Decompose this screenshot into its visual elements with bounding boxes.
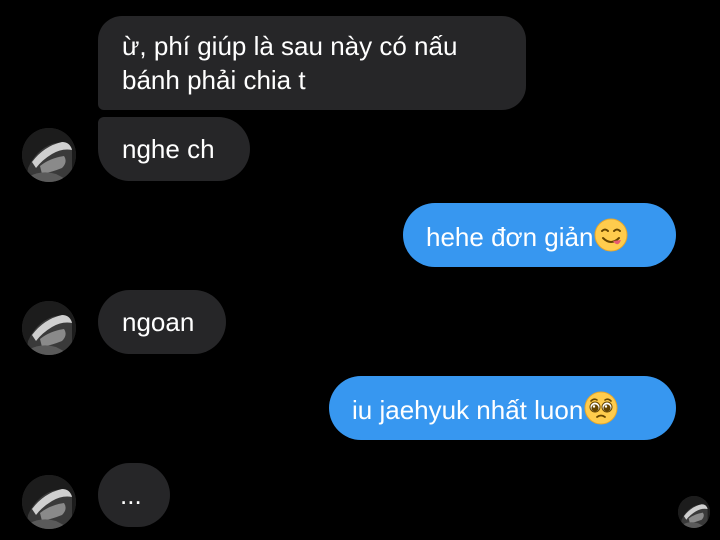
pleading-face-emoji (584, 391, 618, 433)
seen-avatar-image (678, 496, 710, 528)
seen-avatar (678, 496, 710, 528)
contact-avatar[interactable] (22, 301, 76, 355)
message-bubble-outgoing[interactable]: iu jaehyuk nhất luon (329, 376, 676, 440)
message-bubble-incoming[interactable]: ... (98, 463, 170, 527)
contact-avatar-image (22, 475, 76, 529)
message-text: ngoan (122, 307, 195, 337)
contact-avatar-image (22, 128, 76, 182)
message-text: iu jaehyuk nhất luon (352, 395, 584, 425)
message-bubble-incoming[interactable]: ngoan (98, 290, 226, 354)
message-text: nghe ch (122, 134, 215, 164)
message-bubble-outgoing[interactable]: hehe đơn giản (403, 203, 676, 267)
message-text-line: bánh phải chia t (122, 65, 306, 95)
message-bubble-incoming[interactable]: nghe ch (98, 117, 250, 181)
message-text-line: ừ, phí giúp là sau này có nấu (122, 31, 458, 61)
yum-face-emoji (594, 218, 628, 260)
message-bubble-incoming[interactable]: ừ, phí giúp là sau này có nấu bánh phải … (98, 16, 526, 110)
contact-avatar-image (22, 301, 76, 355)
contact-avatar[interactable] (22, 475, 76, 529)
contact-avatar[interactable] (22, 128, 76, 182)
message-text: ... (120, 480, 142, 510)
message-text: hehe đơn giản (426, 222, 594, 252)
